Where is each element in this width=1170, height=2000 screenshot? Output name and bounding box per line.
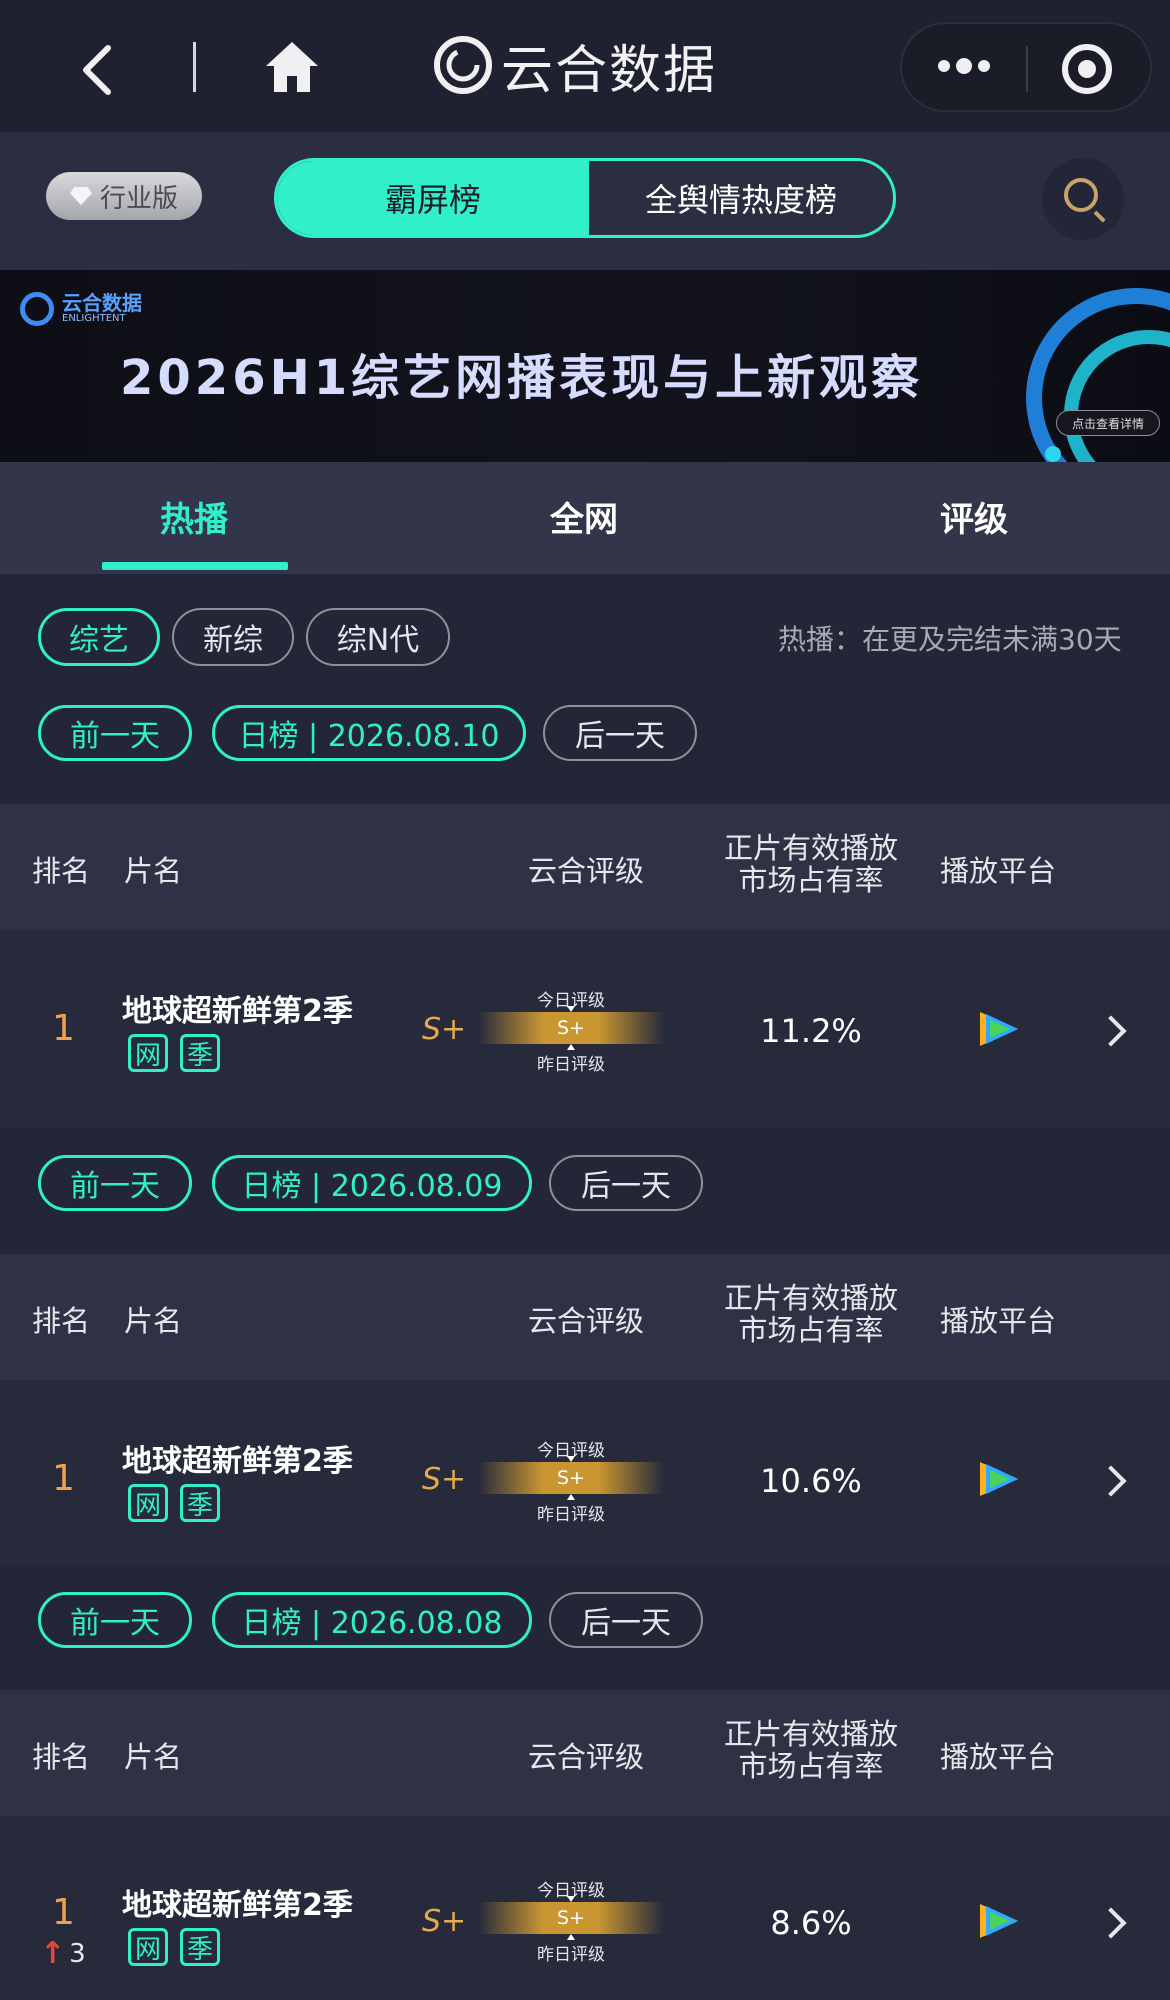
tag-season: 季 <box>180 1034 220 1072</box>
close-target-icon[interactable] <box>1062 44 1112 94</box>
chevron-right-icon[interactable] <box>1095 1465 1127 1497</box>
table-header: 排名 片名 云合评级 正片有效播放 市场占有率 播放平台 <box>0 804 1170 930</box>
daily-date-picker[interactable]: 日榜 | 2026.08.08 <box>212 1592 532 1648</box>
segment-bapingbang[interactable]: 霸屏榜 <box>277 161 589 235</box>
back-icon[interactable] <box>78 44 118 96</box>
prev-day-button[interactable]: 前一天 <box>38 705 192 761</box>
header-platform: 播放平台 <box>940 1740 1057 1774</box>
next-day-button[interactable]: 后一天 <box>543 705 697 761</box>
brand-name: 云合数据 <box>501 40 718 101</box>
rank-value: 1 <box>52 1892 75 1933</box>
filter-note: 热播：在更及完结未满30天 <box>778 623 1122 656</box>
filter-chip-variety[interactable]: 综艺 <box>38 608 160 666</box>
market-share: 10.6% <box>760 1462 862 1500</box>
header-platform: 播放平台 <box>940 854 1057 888</box>
diamond-icon <box>69 187 92 205</box>
board-segment-control: 霸屏榜 全舆情热度榜 <box>274 158 896 238</box>
header-rank: 排名 <box>32 1740 91 1774</box>
rank-value: 1 <box>52 1458 75 1499</box>
rank-change: ↑ 3 <box>40 1936 86 1971</box>
banner-cta-button[interactable]: 点击查看详情 <box>1056 410 1160 436</box>
header-share: 正片有效播放 市场占有率 <box>723 831 898 897</box>
chevron-right-icon[interactable] <box>1095 1907 1127 1939</box>
market-share: 11.2% <box>760 1012 862 1050</box>
tab-rating[interactable]: 评级 <box>940 492 1008 541</box>
chevron-right-icon[interactable] <box>1095 1015 1127 1047</box>
header-share: 正片有效播放 市场占有率 <box>723 1281 898 1347</box>
header-grade: 云合评级 <box>528 1304 645 1338</box>
grade-value: S+ <box>422 1462 467 1497</box>
tag-season: 季 <box>180 1928 220 1966</box>
table-header: 排名 片名 云合评级 正片有效播放 市场占有率 播放平台 <box>0 1254 1170 1380</box>
nav-divider <box>193 42 196 92</box>
search-icon <box>1064 178 1098 212</box>
tag-web: 网 <box>128 1034 168 1072</box>
daily-date-picker[interactable]: 日榜 | 2026.08.09 <box>212 1155 532 1211</box>
prev-day-button[interactable]: 前一天 <box>38 1155 192 1211</box>
brand: 云合数据 <box>433 30 718 101</box>
grade-value: S+ <box>422 1904 467 1939</box>
mini-program-capsule <box>900 22 1152 112</box>
show-tags: 网 季 <box>128 1484 220 1522</box>
top-nav-bar: 云合数据 <box>0 0 1170 132</box>
segment-quanyuqing[interactable]: 全舆情热度榜 <box>589 161 893 235</box>
tag-season: 季 <box>180 1484 220 1522</box>
banner-logo-icon <box>20 292 54 326</box>
grade-comparison: 今日评级 S+ 昨日评级 <box>478 1876 664 1965</box>
promo-banner[interactable]: 云合数据 ENLIGHTENT 2026H1综艺网播表现与上新观察 点击查看详情 <box>0 270 1170 462</box>
next-day-button[interactable]: 后一天 <box>549 1155 703 1211</box>
tencent-video-icon[interactable] <box>976 1008 1022 1050</box>
tencent-video-icon[interactable] <box>976 1900 1022 1942</box>
industry-badge-label: 行业版 <box>99 183 178 214</box>
prev-day-button[interactable]: 前一天 <box>38 1592 192 1648</box>
header-name: 片名 <box>124 1304 183 1338</box>
rank-up-arrow-icon: ↑ <box>40 1936 66 1971</box>
show-title: 地球超新鲜第2季 <box>122 1888 353 1923</box>
search-button[interactable] <box>1042 158 1124 240</box>
daily-date-picker[interactable]: 日榜 | 2026.08.10 <box>212 705 526 761</box>
tab-bar: 热播 全网 评级 <box>0 462 1170 574</box>
header-name: 片名 <box>124 854 183 888</box>
header-rank: 排名 <box>32 854 91 888</box>
table-header: 排名 片名 云合评级 正片有效播放 市场占有率 播放平台 <box>0 1690 1170 1816</box>
banner-title: 2026H1综艺网播表现与上新观察 <box>120 350 924 406</box>
next-day-button[interactable]: 后一天 <box>549 1592 703 1648</box>
header-bar: 行业版 霸屏榜 全舆情热度榜 <box>0 132 1170 270</box>
tencent-video-icon[interactable] <box>976 1458 1022 1500</box>
filter-chip-new-variety[interactable]: 新综 <box>172 608 294 666</box>
show-title: 地球超新鲜第2季 <box>122 1444 353 1479</box>
tab-active-indicator <box>102 562 288 570</box>
market-share: 8.6% <box>770 1904 852 1942</box>
tag-web: 网 <box>128 1484 168 1522</box>
show-tags: 网 季 <box>128 1034 220 1072</box>
tag-web: 网 <box>128 1928 168 1966</box>
show-title: 地球超新鲜第2季 <box>122 994 353 1029</box>
table-row[interactable]: 1 地球超新鲜第2季 网 季 S+ 今日评级 S+ 昨日评级 10.6% <box>0 1380 1170 1566</box>
header-grade: 云合评级 <box>528 1740 645 1774</box>
banner-logo: 云合数据 ENLIGHTENT <box>20 292 142 326</box>
header-share: 正片有效播放 市场占有率 <box>723 1717 898 1783</box>
more-icon[interactable] <box>938 58 990 74</box>
show-tags: 网 季 <box>128 1928 220 1966</box>
header-platform: 播放平台 <box>940 1304 1057 1338</box>
filter-chip-sequel-variety[interactable]: 综N代 <box>306 608 450 666</box>
grade-comparison: 今日评级 S+ 昨日评级 <box>478 986 664 1075</box>
tab-all-network[interactable]: 全网 <box>550 492 618 541</box>
table-row[interactable]: 1 地球超新鲜第2季 网 季 S+ 今日评级 S+ 昨日评级 11.2% <box>0 930 1170 1128</box>
grade-comparison: 今日评级 S+ 昨日评级 <box>478 1436 664 1525</box>
header-name: 片名 <box>124 1740 183 1774</box>
industry-badge[interactable]: 行业版 <box>46 172 202 220</box>
header-grade: 云合评级 <box>528 854 645 888</box>
tab-hot[interactable]: 热播 <box>160 492 228 541</box>
rank-value: 1 <box>52 1008 75 1049</box>
banner-indicator-dot <box>1045 446 1061 462</box>
brand-logo-icon <box>434 36 492 94</box>
table-row[interactable]: 1 ↑ 3 地球超新鲜第2季 网 季 S+ 今日评级 S+ 昨日评级 8.6% <box>0 1816 1170 2000</box>
home-icon[interactable] <box>262 38 322 96</box>
grade-value: S+ <box>422 1012 467 1047</box>
header-rank: 排名 <box>32 1304 91 1338</box>
